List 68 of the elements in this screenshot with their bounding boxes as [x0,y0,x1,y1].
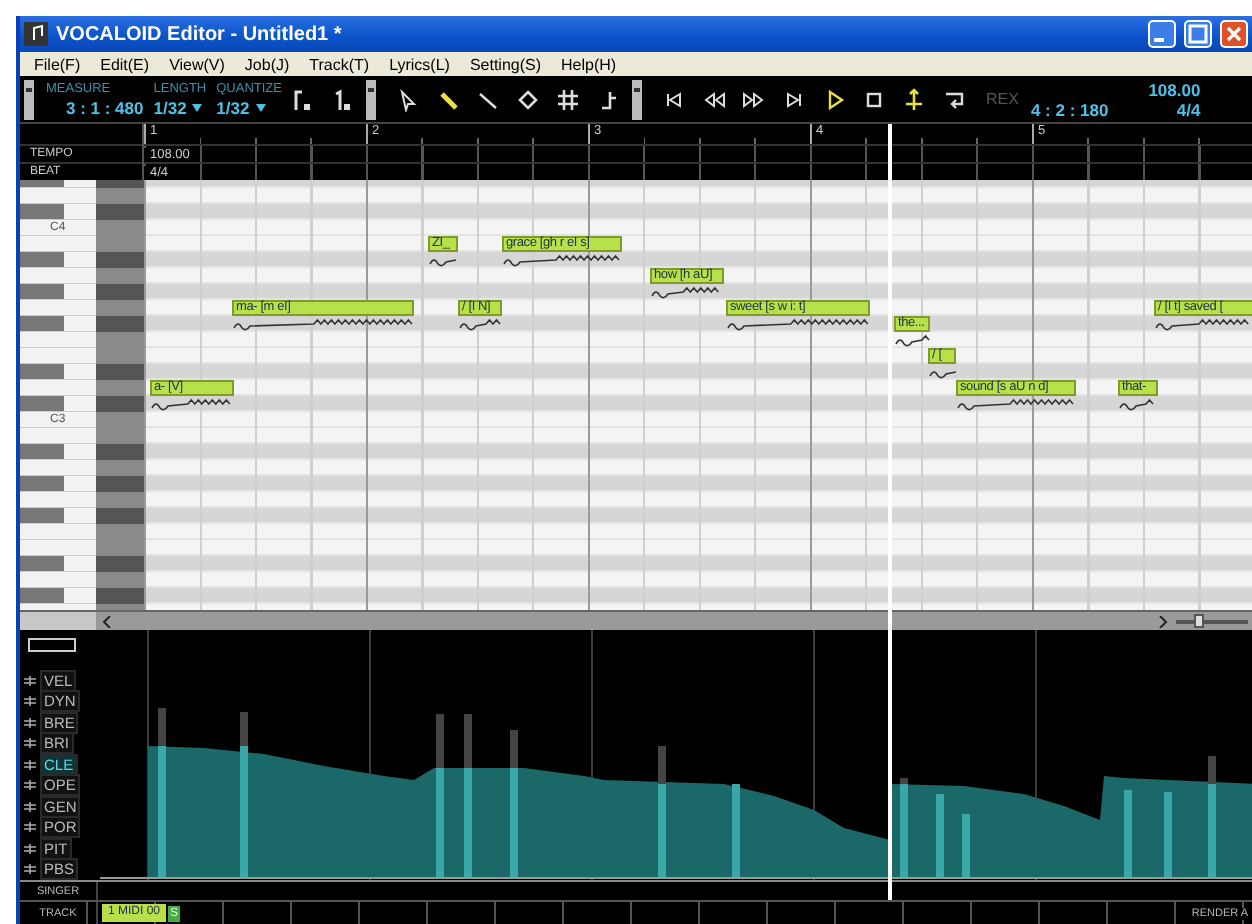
vibrato-line [956,398,1076,412]
fader-handle-icon[interactable] [632,79,642,119]
menu-item[interactable]: Setting(S) [459,55,552,73]
vibrato-line [726,318,870,332]
close-icon[interactable] [1220,20,1248,48]
position-value: 4 : 2 : 180 [1030,99,1109,119]
fader-handle-icon[interactable] [24,79,34,119]
vibrato-line [502,254,622,268]
piano-keyboard-drawing[interactable] [20,180,144,610]
quantize-dropdown[interactable]: 1/32 [216,97,250,117]
flag-icon[interactable] [596,87,620,111]
menu-item[interactable]: View(V) [159,55,235,73]
loop-icon[interactable] [942,87,966,111]
menu-item[interactable]: Track(T) [299,55,380,73]
scroll-left-icon[interactable] [102,615,114,627]
adjust-icon[interactable] [24,801,36,812]
rewind-icon[interactable] [702,87,726,111]
skip-back-icon[interactable] [662,87,686,111]
vibrato-line [428,254,458,268]
adjust-icon[interactable] [24,759,36,770]
pencil-icon[interactable] [436,87,460,111]
scroll-right-icon[interactable] [1156,615,1168,627]
arrow-bar-icon[interactable] [290,87,314,111]
fader-handle-icon[interactable] [366,79,376,119]
eraser-icon[interactable] [516,87,540,111]
adjust-icon[interactable] [24,864,36,875]
vibrato-line [1118,398,1158,412]
adjust-icon[interactable] [24,738,36,749]
vibrato-line [150,398,234,412]
adjust-icon[interactable] [24,696,36,707]
menu-item[interactable]: Help(H) [551,55,627,73]
length-dropdown[interactable]: 1/32 [153,97,187,117]
window-title: VOCALOID Editor - Untitled1 * [56,23,344,45]
measure-value: 3 : 1 : 480 [64,97,144,117]
minimize-icon[interactable] [1148,20,1176,48]
adjust-icon[interactable] [24,822,36,833]
pointer-icon[interactable] [396,87,420,111]
menu-item[interactable]: Job(J) [234,55,300,73]
adjust-icon[interactable] [24,717,36,728]
caret-icon[interactable] [255,103,266,111]
line-icon[interactable] [476,87,500,111]
menu-item[interactable]: Lyrics(L) [379,55,460,73]
grid-icon[interactable] [556,87,580,111]
tempo-value: 108.00 [1148,79,1201,99]
scrollbar-corner [20,612,96,630]
horizontal-scrollbar[interactable] [20,610,1252,630]
maximize-icon[interactable] [1184,20,1212,48]
menu-item[interactable]: Edit(E) [90,55,160,73]
vibrato-line [894,334,930,348]
adjust-icon[interactable] [24,780,36,791]
crosshair-icon[interactable] [902,87,926,111]
note-bar-icon[interactable] [330,87,354,111]
zoom-slider-thumb[interactable] [1194,613,1204,627]
adjust-icon[interactable] [24,843,36,854]
vibrato-line [928,366,956,380]
vibrato-line [1154,318,1252,332]
stop-icon[interactable] [862,87,886,111]
skip-forward-icon[interactable] [782,87,806,111]
beat-value: 4/4 [1176,99,1201,119]
app-icon [24,22,48,46]
curve-value-box[interactable] [28,638,76,652]
caret-icon[interactable] [192,103,203,111]
vibrato-line [650,286,724,300]
adjust-icon[interactable] [24,675,36,686]
fast-forward-icon[interactable] [742,87,766,111]
vibrato-line [458,318,502,332]
menu-item[interactable]: File(F) [24,55,91,73]
control-curve-drawing[interactable] [100,630,1252,880]
